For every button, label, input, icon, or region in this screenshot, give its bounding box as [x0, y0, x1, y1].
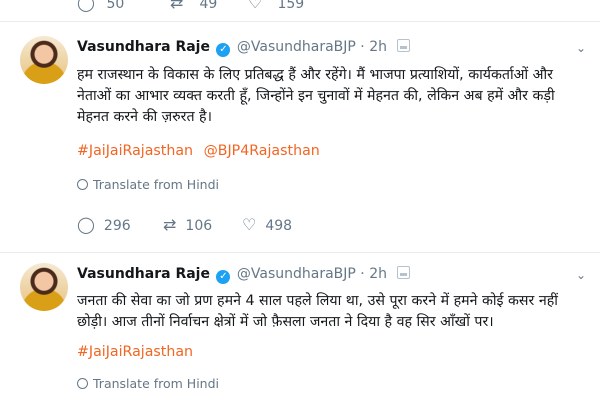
tweet-tags: #JaiJaiRajasthan @BJP4Rajasthan	[77, 143, 326, 159]
previous-tweet-actions: ◯ 50 ⇄ 49 ♡ 159	[0, 0, 600, 22]
globe-icon	[77, 179, 88, 190]
timestamp[interactable]: 2h	[369, 266, 387, 282]
mention-link[interactable]: @BJP4Rajasthan	[204, 143, 320, 159]
tweet[interactable]: Vasundhara Raje ✓ @VasundharaBJP · 2h ⌄ …	[0, 253, 600, 400]
translate-label: Translate from Hindi	[93, 177, 219, 192]
retweet-icon: ⇄	[163, 215, 177, 234]
chevron-down-icon[interactable]: ⌄	[576, 41, 586, 55]
user-handle[interactable]: @VasundharaBJP	[237, 39, 356, 55]
reply-count: 50	[106, 0, 125, 12]
retweet-count: 49	[199, 0, 218, 12]
tweet-text: हम राजस्थान के विकास के लिए प्रतिबद्ध है…	[77, 67, 555, 125]
avatar[interactable]	[20, 36, 68, 84]
reply-icon: ◯	[77, 215, 95, 234]
reply-button[interactable]: ◯ 50	[77, 0, 124, 12]
display-name[interactable]: Vasundhara Raje	[77, 266, 210, 282]
display-name[interactable]: Vasundhara Raje	[77, 39, 210, 55]
heart-icon: ♡	[242, 215, 257, 234]
retweet-button[interactable]: ⇄ 49	[170, 0, 217, 12]
verified-badge-icon: ✓	[216, 43, 231, 57]
tweet-tags: #JaiJaiRajasthan	[77, 344, 199, 360]
separator-dot: ·	[360, 266, 365, 282]
avatar[interactable]	[20, 263, 68, 311]
separator-dot: ·	[360, 39, 365, 55]
translate-label: Translate from Hindi	[93, 376, 219, 391]
tweet-header: Vasundhara Raje ✓ @VasundharaBJP · 2h	[77, 266, 411, 284]
hashtag-link[interactable]: #JaiJaiRajasthan	[77, 143, 193, 159]
chevron-down-icon[interactable]: ⌄	[576, 268, 586, 282]
heart-icon: ♡	[248, 0, 263, 12]
like-button[interactable]: ♡ 159	[248, 0, 304, 12]
retweet-count: 106	[185, 218, 213, 234]
card-icon	[397, 266, 411, 279]
verified-badge-icon: ✓	[216, 270, 231, 284]
translate-link[interactable]: Translate from Hindi	[77, 177, 219, 192]
tweet[interactable]: Vasundhara Raje ✓ @VasundharaBJP · 2h ⌄ …	[0, 22, 600, 253]
retweet-button[interactable]: ⇄ 106	[163, 215, 212, 234]
tweet-text: जनता की सेवा का जो प्रण हमने 4 साल पहले …	[77, 293, 558, 330]
reply-count: 296	[103, 218, 131, 234]
reply-icon: ◯	[77, 0, 95, 12]
user-handle[interactable]: @VasundharaBJP	[237, 266, 356, 282]
card-icon	[397, 39, 411, 52]
translate-link[interactable]: Translate from Hindi	[77, 376, 219, 391]
retweet-icon: ⇄	[170, 0, 184, 12]
like-count: 159	[277, 0, 305, 12]
timestamp[interactable]: 2h	[369, 39, 387, 55]
like-button[interactable]: ♡ 498	[242, 215, 292, 234]
hashtag-link[interactable]: #JaiJaiRajasthan	[77, 344, 193, 360]
globe-icon	[77, 378, 88, 389]
tweet-header: Vasundhara Raje ✓ @VasundharaBJP · 2h	[77, 39, 411, 57]
like-count: 498	[265, 218, 293, 234]
reply-button[interactable]: ◯ 296	[77, 215, 131, 234]
